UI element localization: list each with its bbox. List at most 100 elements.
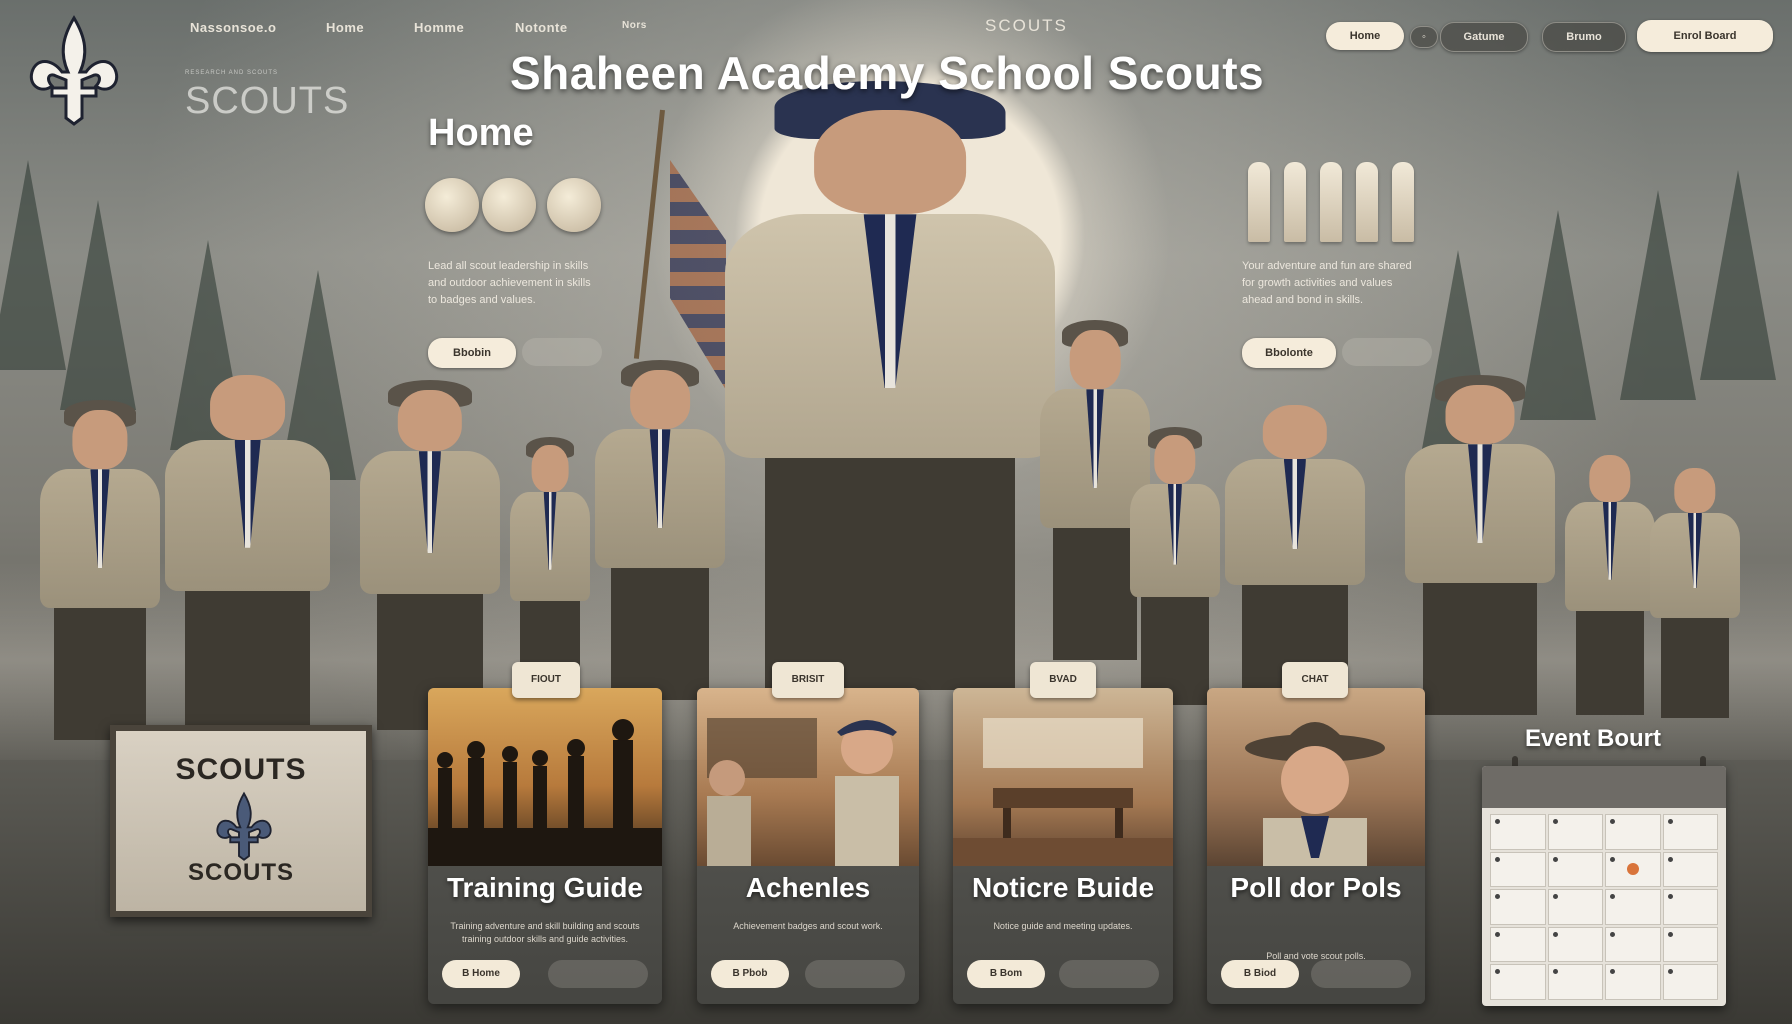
lead-scout-figure (725, 81, 1055, 690)
pillar-icons (1248, 162, 1414, 242)
header-enrol-board-button[interactable]: Enrol Board (1637, 20, 1773, 52)
card-button[interactable]: B Bom (967, 960, 1045, 988)
card-tab-label[interactable]: BVAD (1030, 662, 1096, 698)
hero-right-text: Your adventure and fun are shared for gr… (1242, 260, 1412, 306)
card-tab-label[interactable]: FIOUT (512, 662, 580, 698)
scout-figure (595, 360, 725, 700)
tree (1700, 170, 1776, 380)
brand-small-label: SCOUTS (985, 16, 1068, 35)
calendar-day[interactable] (1547, 964, 1603, 1000)
card-description: Achievement badges and scout work. (733, 921, 883, 931)
nav-link-notonte[interactable]: Notonte (515, 20, 568, 35)
card-secondary-button[interactable] (805, 960, 905, 988)
scouts-sign: SCOUTS SCOUTS (110, 725, 372, 917)
nav-link-home[interactable]: Home (326, 20, 364, 35)
nav-link-1[interactable]: Nassonsoe.o (190, 20, 276, 35)
card-button[interactable]: B Home (442, 960, 520, 988)
pillar-icon (1284, 162, 1306, 242)
badge-icon[interactable] (482, 178, 536, 232)
calendar-day[interactable] (1490, 889, 1546, 925)
site-subtitle: SCOUTS (185, 80, 350, 122)
card-polls[interactable]: Poll dor Pols Poll and vote scout polls.… (1207, 688, 1425, 1004)
calendar-day[interactable] (1490, 851, 1546, 888)
scout-figure (1405, 375, 1555, 715)
card-training-guide[interactable]: Training Guide Training adventure and sk… (428, 688, 662, 1004)
calendar-day[interactable] (1662, 926, 1718, 963)
card-image-silhouettes (428, 688, 662, 866)
scout-figure (1650, 468, 1740, 718)
calendar-day[interactable] (1490, 814, 1546, 850)
calendar-day[interactable] (1490, 964, 1546, 1000)
header-home-button[interactable]: Home (1326, 22, 1404, 50)
scout-figure (1130, 426, 1220, 705)
sign-top-text: SCOUTS (175, 753, 307, 786)
card-achievements[interactable]: Achenles Achievement badges and scout wo… (697, 688, 919, 1004)
event-board-title: Event Bourt (1525, 725, 1662, 752)
tree (60, 200, 136, 410)
event-calendar[interactable] (1482, 766, 1726, 1006)
hero-right-button[interactable]: Bbolonte (1242, 338, 1336, 368)
home-heading: Home (428, 112, 534, 154)
card-description: Notice guide and meeting updates. (993, 921, 1133, 931)
site-subtitle-tag: RESEARCH AND SCOUTS (185, 70, 279, 76)
card-button[interactable]: B Pbob (711, 960, 789, 988)
hero-left-button[interactable]: Bbobin (428, 338, 516, 368)
scout-figure (360, 379, 500, 730)
fleur-de-lis-icon (216, 791, 272, 861)
calendar-day[interactable] (1662, 964, 1718, 1000)
calendar-day-marked[interactable] (1605, 851, 1661, 888)
hero-left-secondary-button[interactable] (522, 338, 602, 366)
scout-figure (40, 400, 160, 740)
hero-left-text: Lead all scout leadership in skills and … (428, 260, 591, 306)
calendar-day[interactable] (1662, 889, 1718, 925)
card-title: Noticre Buide (971, 872, 1155, 903)
badge-icon[interactable] (547, 178, 601, 232)
card-button[interactable]: B Biod (1221, 960, 1299, 988)
calendar-day[interactable] (1547, 851, 1603, 888)
calendar-header (1482, 766, 1726, 808)
calendar-grid (1490, 814, 1718, 1000)
nav-link-nors[interactable]: Nors (622, 20, 647, 31)
nav-link-homme[interactable]: Homme (414, 20, 464, 35)
calendar-day[interactable] (1662, 814, 1718, 850)
scout-figure (1565, 455, 1655, 715)
card-title: Training Guide (446, 872, 643, 903)
header-brumo-button[interactable]: Brumo (1542, 22, 1626, 52)
page-title: Shaheen Academy School Scouts (510, 47, 1265, 99)
calendar-day[interactable] (1547, 926, 1603, 963)
calendar-day[interactable] (1605, 814, 1661, 850)
hero-right-secondary-button[interactable] (1342, 338, 1432, 366)
card-title: Achenles (745, 872, 871, 903)
card-notice-guide[interactable]: Noticre Buide Notice guide and meeting u… (953, 688, 1173, 1004)
card-image-scout-portrait (1207, 688, 1425, 866)
tree (1620, 190, 1696, 400)
card-secondary-button[interactable] (1311, 960, 1411, 988)
pillar-icon (1356, 162, 1378, 242)
header-toggle-button[interactable]: ◦ (1410, 26, 1438, 48)
pillar-icon (1248, 162, 1270, 242)
header-gatume-button[interactable]: Gatume (1440, 22, 1528, 52)
card-secondary-button[interactable] (548, 960, 648, 988)
pillar-icon (1320, 162, 1342, 242)
calendar-day[interactable] (1490, 926, 1546, 963)
card-tab-label[interactable]: CHAT (1282, 662, 1348, 698)
sign-bottom-text: SCOUTS (187, 859, 294, 886)
badge-icon[interactable] (425, 178, 479, 232)
card-secondary-button[interactable] (1059, 960, 1159, 988)
calendar-day[interactable] (1605, 964, 1661, 1000)
fleur-de-lis-logo-icon[interactable] (22, 14, 126, 126)
card-image-meeting-room (953, 688, 1173, 866)
calendar-day[interactable] (1605, 926, 1661, 963)
card-image-classroom (697, 688, 919, 866)
calendar-day[interactable] (1547, 889, 1603, 925)
scout-figure (165, 375, 330, 735)
card-title: Poll dor Pols (1230, 872, 1402, 903)
calendar-day[interactable] (1547, 814, 1603, 850)
card-description: Training adventure and skill building an… (450, 921, 640, 944)
pillar-icon (1392, 162, 1414, 242)
calendar-day[interactable] (1662, 851, 1718, 888)
card-tab-label[interactable]: BRISIT (772, 662, 844, 698)
scout-figure (1225, 405, 1365, 705)
tree (0, 160, 66, 370)
calendar-day[interactable] (1605, 889, 1661, 925)
